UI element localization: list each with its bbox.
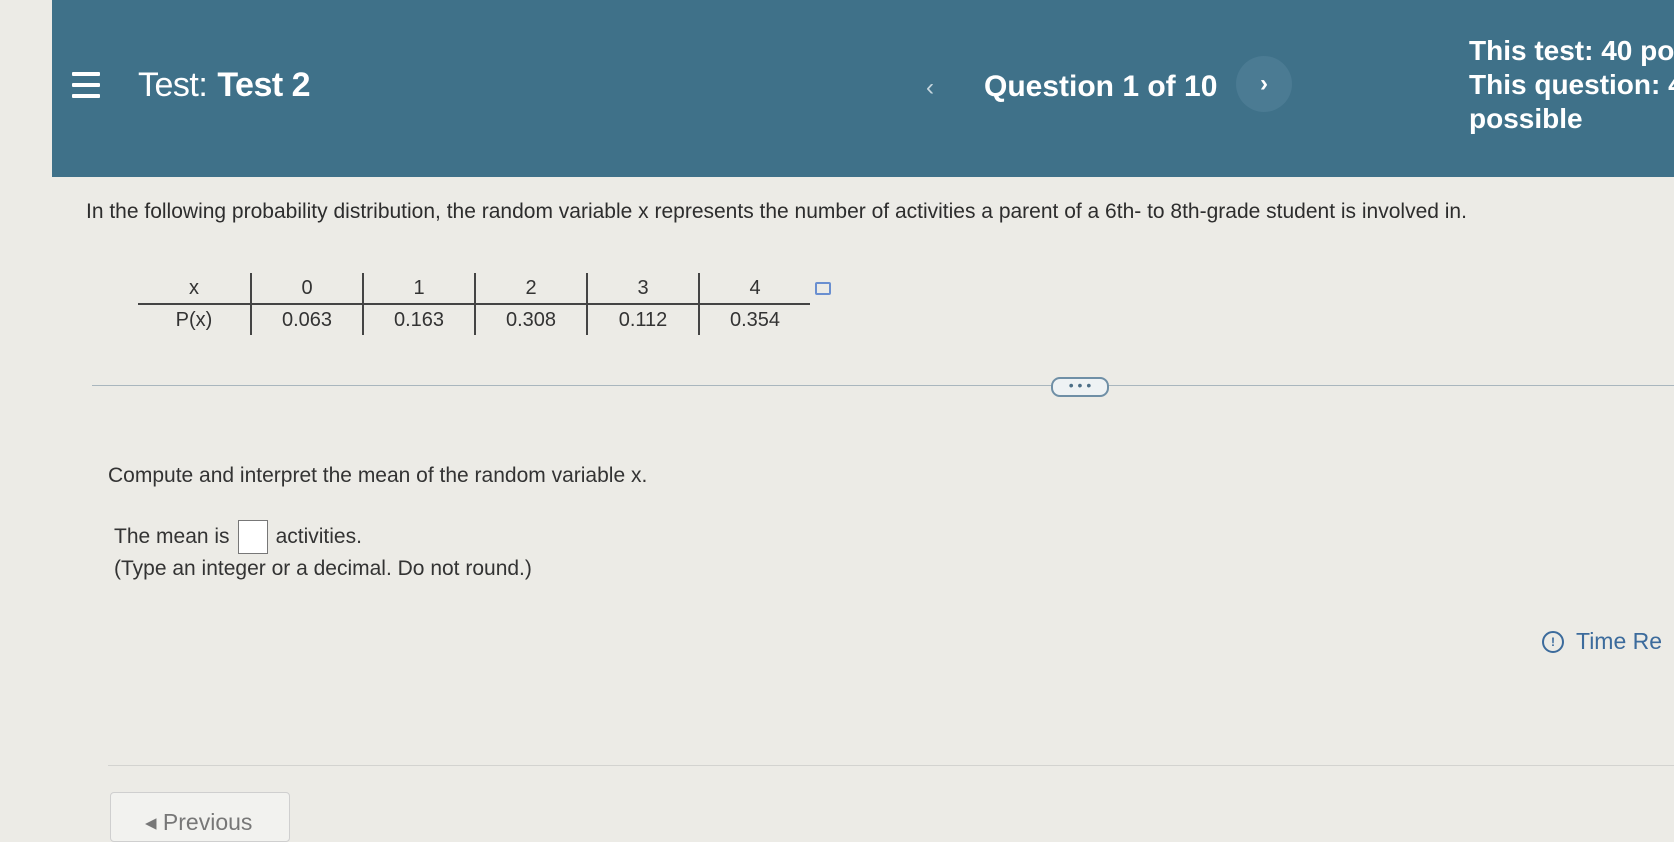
mean-answer-input[interactable]	[237, 520, 268, 554]
p-value: 0.112	[586, 304, 699, 335]
row-label-px: P(x)	[175, 308, 213, 331]
p-value: 0.163	[362, 304, 475, 335]
x-value: 3	[586, 273, 699, 305]
footer-divider	[108, 765, 1674, 766]
test-prefix: Test:	[138, 66, 208, 104]
question-prompt: In the following probability distributio…	[86, 200, 1467, 223]
row-label-x: x	[138, 273, 251, 305]
table-row-x: x 0 1 2 3 4	[138, 273, 810, 305]
test-name: Test 2	[217, 66, 311, 104]
timer-label: Time Re	[1576, 628, 1663, 654]
question-points: This question: 4 p	[1469, 69, 1674, 100]
previous-button[interactable]: ◂ Previous	[110, 792, 290, 842]
top-header: Test: Test 2 ‹ Question 1 of 10 › This te…	[52, 0, 1674, 177]
previous-question-arrow[interactable]: ‹	[926, 74, 934, 102]
x-value: 4	[698, 273, 810, 305]
table-row-px: P(x) 0.063 0.163 0.308 0.112 0.354	[138, 304, 810, 335]
expand-more-button[interactable]: • • •	[1051, 377, 1109, 397]
copy-table-icon[interactable]	[815, 282, 831, 295]
test-points: This test: 40 poin	[1469, 35, 1674, 66]
p-value: 0.354	[698, 304, 810, 335]
p-value: 0.063	[250, 304, 363, 335]
menu-icon[interactable]	[72, 72, 100, 98]
x-value: 0	[250, 273, 363, 305]
x-value: 1	[362, 273, 475, 305]
task-instruction: Compute and interpret the mean of the ra…	[108, 464, 648, 487]
next-question-button[interactable]: ›	[1236, 56, 1292, 112]
answer-prefix: The mean is	[114, 525, 230, 548]
section-divider	[92, 385, 1674, 386]
probability-table: x 0 1 2 3 4 P(x) 0.063 0.163 0.308 0.112…	[138, 273, 810, 335]
question-counter: Question 1 of 10	[984, 70, 1218, 103]
points-possible: possible	[1469, 103, 1583, 134]
answer-hint: (Type an integer or a decimal. Do not ro…	[114, 557, 532, 580]
p-value: 0.308	[474, 304, 587, 335]
answer-line: The mean is activities.	[114, 520, 362, 554]
clock-icon: !	[1542, 630, 1564, 653]
time-remaining[interactable]: ! Time Re	[1542, 628, 1662, 655]
answer-suffix: activities.	[275, 525, 362, 548]
points-info: This test: 40 poin This question: 4 p po…	[1469, 34, 1674, 136]
test-title: Test: Test 2	[138, 66, 311, 105]
x-value: 2	[474, 273, 587, 305]
